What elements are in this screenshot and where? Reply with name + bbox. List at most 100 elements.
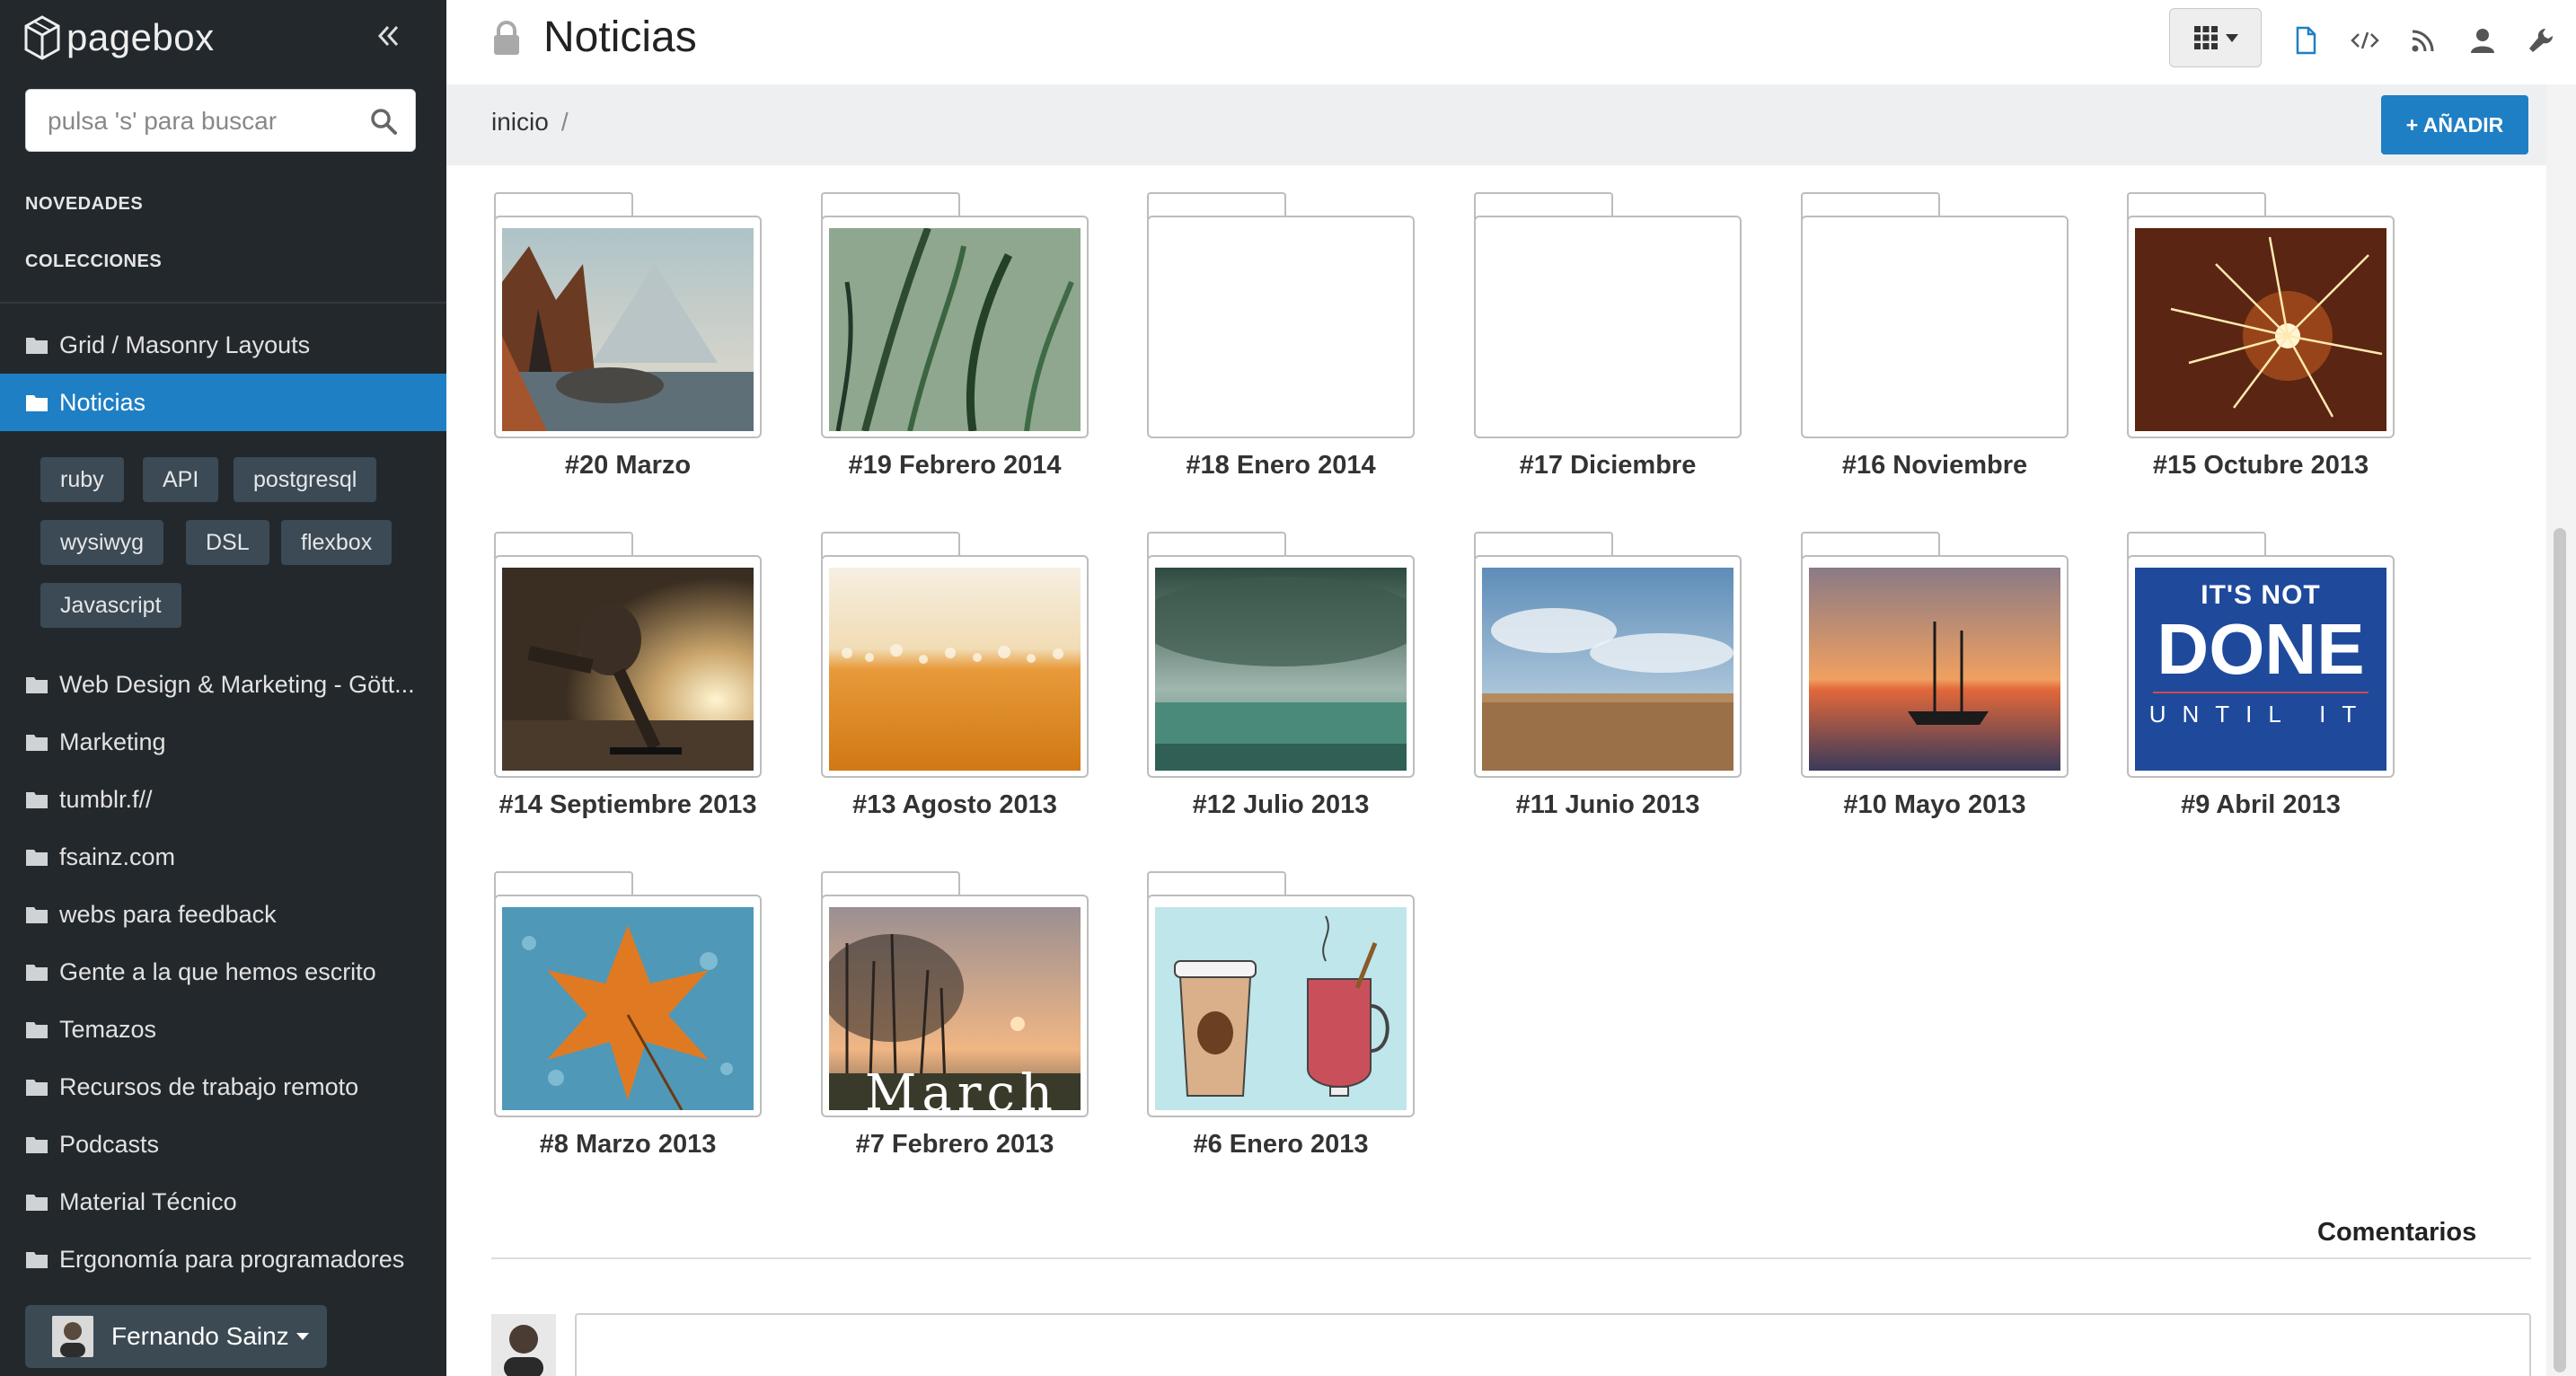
sidebar-item-label: Noticias [59,388,146,416]
sidebar-item-label: fsainz.com [59,842,176,870]
sidebar-item-temazos[interactable]: Temazos [0,1001,446,1058]
tag-postgresql[interactable]: postgresql [234,457,377,502]
sidebar-item-label: Gente a la que hemos escrito [59,957,376,985]
folder-card[interactable]: #11 Junio 2013 [1474,532,1742,819]
sidebar-item-webs-feedback[interactable]: webs para feedback [0,886,446,943]
folder-card[interactable]: #19 Febrero 2014 [821,192,1089,480]
sidebar-item-label: Recursos de trabajo remoto [59,1072,359,1100]
sidebar-item-podcasts[interactable]: Podcasts [0,1116,446,1173]
code-icon[interactable] [2350,25,2380,56]
sidebar-item-grid-masonry[interactable]: Grid / Masonry Layouts [0,316,446,374]
sidebar-item-label: Material Técnico [59,1187,237,1215]
sidebar-divider [0,302,446,304]
folder-card[interactable]: #10 Mayo 2013 [1801,532,2069,819]
folder-card[interactable]: #8 Marzo 2013 [494,871,762,1159]
folder-body [1801,555,2069,778]
poster-line-1: IT'S NOT [2201,580,2321,610]
caret-down-icon [296,1333,309,1340]
tag-javascript[interactable]: Javascript [40,583,181,628]
commenter-avatar [491,1314,556,1376]
tag-wysiwyg[interactable]: wysiwyg [40,520,164,565]
folder-label: #15 Octubre 2013 [2152,451,2369,480]
search-icon[interactable] [368,106,399,137]
double-chevron-left-icon [377,25,399,47]
folder-body: IT'S NOT DONE UNTIL IT [2127,555,2395,778]
breadcrumb-separator: / [560,108,569,136]
document-icon[interactable] [2290,25,2321,56]
caret-down-icon [2225,33,2238,42]
thumbnail-green-grass [829,228,1081,431]
nav-novedades[interactable]: NOVEDADES [25,194,143,215]
tag-api[interactable]: API [143,457,219,502]
thumbnail-beer [829,568,1081,771]
sidebar-item-web-design[interactable]: Web Design & Marketing - Gött... [0,656,446,713]
breadcrumb: inicio / [491,108,569,137]
breadcrumb-bar: inicio / + AÑADIR [446,84,2546,165]
view-mode-button[interactable] [2169,8,2262,67]
folder-card[interactable]: #14 Septiembre 2013 [494,532,762,819]
sidebar-item-gente[interactable]: Gente a la que hemos escrito [0,943,446,1001]
sidebar-item-fsainz[interactable]: fsainz.com [0,828,446,886]
wrench-icon[interactable] [2526,25,2556,56]
thumbnail-stormy-sea [1155,568,1407,771]
folder-card[interactable]: #16 Noviembre [1801,192,2069,480]
thumbnail-wheat-field [1482,568,1734,771]
user-icon[interactable] [2467,25,2498,56]
sidebar-item-tumblr[interactable]: tumblr.f// [0,771,446,828]
comment-input[interactable] [575,1313,2531,1376]
folder-card[interactable]: #17 Diciembre [1474,192,1742,480]
sidebar-item-label: webs para feedback [59,900,277,928]
folder-label: #6 Enero 2013 [1193,1130,1369,1159]
breadcrumb-root-link[interactable]: inicio [491,108,549,136]
sidebar: pagebox NOVEDADES COLECCIONES Grid / Mas… [0,0,446,1376]
top-header: Noticias [446,0,2576,84]
user-menu-button[interactable]: Fernando Sainz [25,1305,327,1368]
folder-card[interactable]: #20 Marzo [494,192,762,480]
folder-body [1147,216,1415,438]
folder-label: #13 Agosto 2013 [852,790,1057,819]
folder-icon [26,907,48,923]
rss-icon[interactable] [2408,25,2439,56]
scrollbar[interactable] [2546,84,2576,1376]
add-button[interactable]: + AÑADIR [2381,95,2528,154]
sidebar-item-noticias[interactable]: Noticias [0,374,446,431]
poster-line-2: DONE [2157,609,2365,689]
folder-body [494,895,762,1117]
folder-icon [26,735,48,751]
folder-card[interactable]: March #7 Febrero 2013 [821,871,1089,1159]
thumbnail-autumn-forest [502,228,754,431]
folder-label: #19 Febrero 2014 [848,451,1062,480]
folder-card[interactable]: #18 Enero 2014 [1147,192,1415,480]
sidebar-item-recursos[interactable]: Recursos de trabajo remoto [0,1058,446,1116]
folder-card[interactable]: #6 Enero 2013 [1147,871,1415,1159]
collapse-sidebar-button[interactable] [370,16,406,56]
tag-ruby[interactable]: ruby [40,457,124,502]
scrollbar-thumb[interactable] [2554,528,2566,1372]
comments-divider [491,1257,2531,1259]
folder-body [1147,895,1415,1117]
nav-colecciones[interactable]: COLECCIONES [25,251,162,272]
folder-label: #10 Mayo 2013 [1843,790,2026,819]
brand[interactable]: pagebox [23,13,215,63]
tag-dsl[interactable]: DSL [186,520,269,565]
search-input[interactable] [48,104,353,138]
folder-body: March [821,895,1089,1117]
sidebar-item-marketing[interactable]: Marketing [0,713,446,771]
folder-card[interactable]: #15 Octubre 2013 [2127,192,2395,480]
folder-card[interactable]: #12 Julio 2013 [1147,532,1415,819]
folder-body [1474,216,1742,438]
folder-body [821,216,1089,438]
thumbnail-poster: IT'S NOT DONE UNTIL IT [2135,568,2386,771]
folder-icon [26,1195,48,1211]
thumbnail-coffee-cups [1155,907,1407,1110]
folder-icon [26,677,48,693]
sidebar-item-label: Marketing [59,728,166,755]
sidebar-item-ergonomia[interactable]: Ergonomía para programadores [0,1230,446,1288]
tag-flexbox[interactable]: flexbox [281,520,393,565]
folder-card[interactable]: #13 Agosto 2013 [821,532,1089,819]
folder-card[interactable]: IT'S NOT DONE UNTIL IT #9 Abril 2013 [2127,532,2395,819]
folder-icon [26,1252,48,1268]
sidebar-item-material-tecnico[interactable]: Material Técnico [0,1173,446,1230]
page-title-group: Noticias [491,13,697,62]
folder-icon [26,965,48,981]
